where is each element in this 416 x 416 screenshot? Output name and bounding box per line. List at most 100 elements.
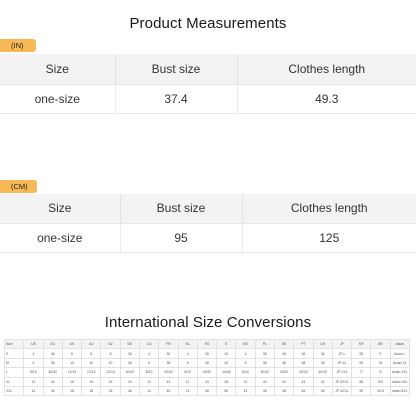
conversion-cell: 40/42 bbox=[42, 367, 63, 378]
conversion-cell: 18 bbox=[100, 385, 121, 397]
conversion-header-cell: KR bbox=[351, 338, 372, 350]
conversion-cell: 8/10 bbox=[138, 367, 160, 378]
conversion-cell: 40 bbox=[216, 348, 237, 359]
conversion-cell: XGG bbox=[370, 385, 391, 397]
header-bust-size: Bust size bbox=[119, 194, 242, 224]
conversion-cell: 38 bbox=[254, 357, 275, 369]
cell-clothes-length: 125 bbox=[241, 223, 416, 253]
conversion-cell: M bbox=[3, 357, 25, 369]
conversion-cell: 4 bbox=[235, 348, 256, 359]
header-clothes-length: Clothes length bbox=[236, 54, 416, 85]
conversion-header-cell: ES bbox=[196, 338, 218, 350]
conversion-cell: Asian 4XL bbox=[389, 385, 411, 397]
conversion-cell: G bbox=[370, 367, 391, 378]
conversion-cell: 6 bbox=[138, 357, 160, 369]
conversion-cell: XXL bbox=[3, 385, 25, 397]
table-header-row: Size Bust size Clothes length bbox=[0, 54, 416, 85]
conversion-cell: 10 bbox=[100, 357, 121, 369]
conversion-header-cell: MX bbox=[235, 338, 256, 350]
conversion-cell: JP-4XXL bbox=[331, 385, 353, 397]
conversion-cell: 38 bbox=[273, 357, 295, 369]
conversion-cell: 12 bbox=[235, 376, 256, 387]
conversion-header-cell: JP bbox=[331, 338, 353, 350]
conversion-cell: 4 bbox=[177, 348, 198, 359]
conversion-header-cell: UK bbox=[61, 338, 83, 350]
conversion-cell: 44 bbox=[119, 376, 140, 387]
conversion-cell: 4 bbox=[138, 348, 160, 359]
conversion-cell: 46 bbox=[293, 385, 314, 397]
conversion-cell: 40/42 bbox=[119, 367, 140, 378]
conversion-cell: 6 bbox=[235, 357, 256, 369]
conversion-header-cell: EU bbox=[42, 338, 63, 350]
conversion-cell: Asian 3XL bbox=[389, 376, 411, 387]
conversion-cell: 38 bbox=[42, 357, 63, 369]
table-row: XXL 14 46 18 18 18 46 14 46 14 46 50 14 46 46 46 46 JP-4X… bbox=[3, 385, 411, 397]
unit-tag-centimeters: (CM) bbox=[0, 180, 37, 193]
conversion-cell: 8/10 bbox=[235, 367, 256, 378]
conversion-header-cell: FR bbox=[158, 338, 179, 350]
conversion-header-cell: CA bbox=[138, 338, 160, 350]
conversion-cell: 46 bbox=[196, 385, 218, 397]
conversion-cell: 12/14 bbox=[100, 367, 121, 378]
conversion-cell: 50 bbox=[216, 385, 237, 397]
conversion-header-cell: Asian bbox=[389, 338, 411, 350]
conversion-cell: JP-XXL bbox=[331, 367, 353, 378]
cell-size: one-size bbox=[0, 223, 120, 253]
conversion-cell: 36 bbox=[293, 348, 314, 359]
conversion-cell: 16 bbox=[100, 376, 121, 387]
conversion-header-cell: AU bbox=[81, 338, 102, 350]
header-size: Size bbox=[0, 194, 120, 224]
conversion-cell: 40/42 bbox=[158, 367, 179, 378]
conversion-cell: 12 bbox=[23, 376, 44, 387]
cell-size: one-size bbox=[0, 84, 115, 114]
conversion-cell: 46 bbox=[119, 385, 140, 397]
conversion-cell: 44 bbox=[158, 376, 179, 387]
conversion-cell: 42 bbox=[216, 357, 237, 369]
conversion-cell: 6 bbox=[23, 357, 44, 369]
conversion-cell: 38 bbox=[119, 357, 140, 369]
conversion-cell: 8 bbox=[100, 348, 121, 359]
table-row: one-size 37.4 49.3 bbox=[0, 84, 416, 114]
conversion-cell: 18 bbox=[61, 385, 83, 397]
conversion-cell: 40/42 bbox=[196, 367, 218, 378]
table-row: S 4 36 8 8 8 36 4 36 4 36 40 4 36 36 36 36 JP-L 55 P Asian L bbox=[3, 348, 411, 359]
conversion-cell: 99 bbox=[351, 385, 372, 397]
conversion-cell: 18 bbox=[81, 385, 102, 397]
conversion-cell: 8/10 bbox=[177, 367, 198, 378]
conversion-header-cell: IT bbox=[216, 338, 237, 350]
conversion-cell: JP-L bbox=[331, 348, 353, 359]
conversion-cell: 12 bbox=[138, 376, 160, 387]
conversion-cell: 14 bbox=[138, 385, 160, 397]
table-header-row: Size Bust size Clothes length bbox=[0, 194, 416, 224]
conversion-cell: 44 bbox=[196, 376, 218, 387]
size-conversion-table: Size US EU UK AU NZ DE CA FR NL ES IT MX PL SE PT CH JP KR… bbox=[3, 338, 411, 397]
conversion-cell: 46 bbox=[42, 385, 63, 397]
measurements-table-centimeters: Size Bust size Clothes length one-size 9… bbox=[0, 194, 416, 253]
conversion-cell: 16 bbox=[61, 376, 83, 387]
conversion-cell: 88 bbox=[351, 376, 372, 387]
table-row: M 6 38 10 10 10 38 6 38 6 38 42 6 38 38 38 38 JP-XL 55 M Asi… bbox=[3, 357, 411, 369]
conversion-cell: 6 bbox=[177, 357, 198, 369]
conversion-cell: 46 bbox=[312, 385, 333, 397]
conversion-header-cell: DE bbox=[119, 338, 140, 350]
conversion-cell: 14 bbox=[235, 385, 256, 397]
conversion-header-cell: CH bbox=[312, 338, 333, 350]
conversion-cell: 36 bbox=[158, 348, 179, 359]
conversion-cell: 46 bbox=[273, 385, 295, 397]
conversion-header-cell: NL bbox=[177, 338, 198, 350]
measurements-table-inches: Size Bust size Clothes length one-size 3… bbox=[0, 54, 416, 114]
conversion-cell: 38 bbox=[312, 357, 333, 369]
conversion-cell: 14 bbox=[177, 385, 198, 397]
product-measurements-title: Product Measurements bbox=[129, 15, 287, 32]
conversion-header-cell: PL bbox=[254, 338, 275, 350]
header-clothes-length: Clothes length bbox=[241, 194, 416, 224]
conversion-header-cell: BR bbox=[370, 338, 391, 350]
conversion-cell: 12 bbox=[177, 376, 198, 387]
header-size: Size bbox=[0, 54, 115, 85]
conversion-cell: 46 bbox=[158, 385, 179, 397]
conversion-cell: 10 bbox=[81, 357, 102, 369]
conversion-cell: 36 bbox=[254, 348, 275, 359]
conversion-cell: 36 bbox=[119, 348, 140, 359]
conversion-header-cell: NZ bbox=[100, 338, 121, 350]
conversion-cell: 44 bbox=[42, 376, 63, 387]
